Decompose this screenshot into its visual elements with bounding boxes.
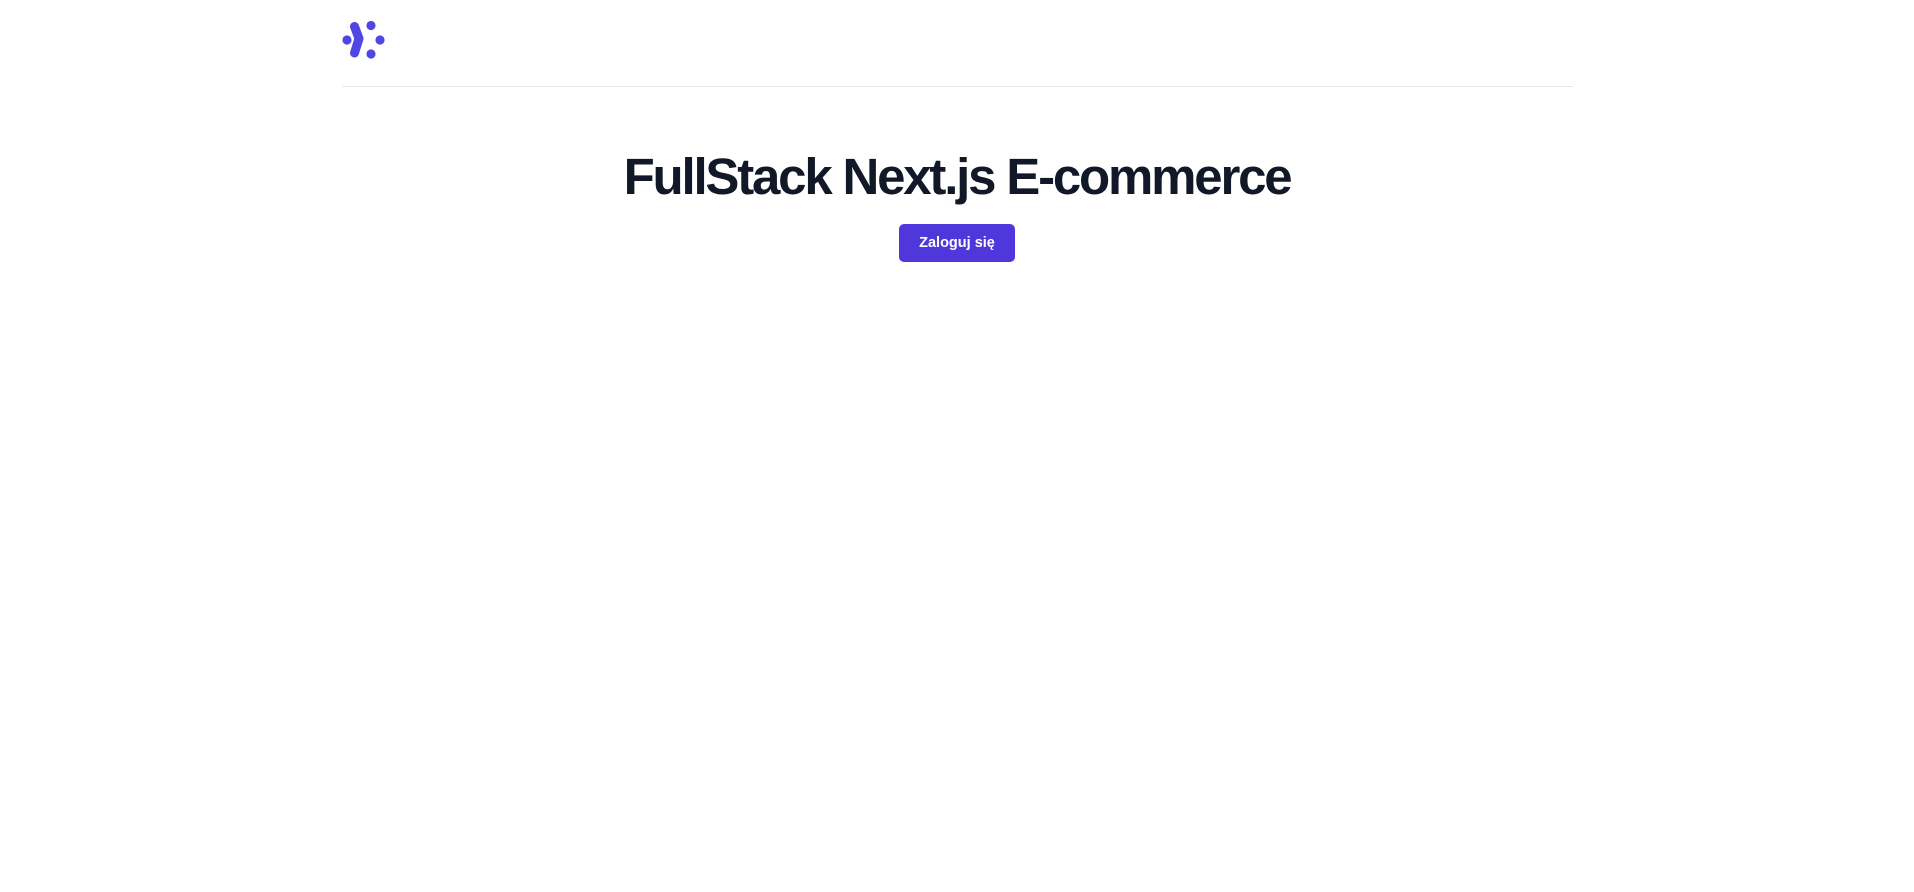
page: FullStack Next.js E-commerce Zaloguj się <box>0 0 1914 892</box>
page-title: FullStack Next.js E-commerce <box>623 148 1293 205</box>
site-header <box>342 0 1573 87</box>
logo-icon <box>342 20 385 59</box>
login-button[interactable]: Zaloguj się <box>899 224 1015 262</box>
hero-section: FullStack Next.js E-commerce Zaloguj się <box>0 140 1914 262</box>
